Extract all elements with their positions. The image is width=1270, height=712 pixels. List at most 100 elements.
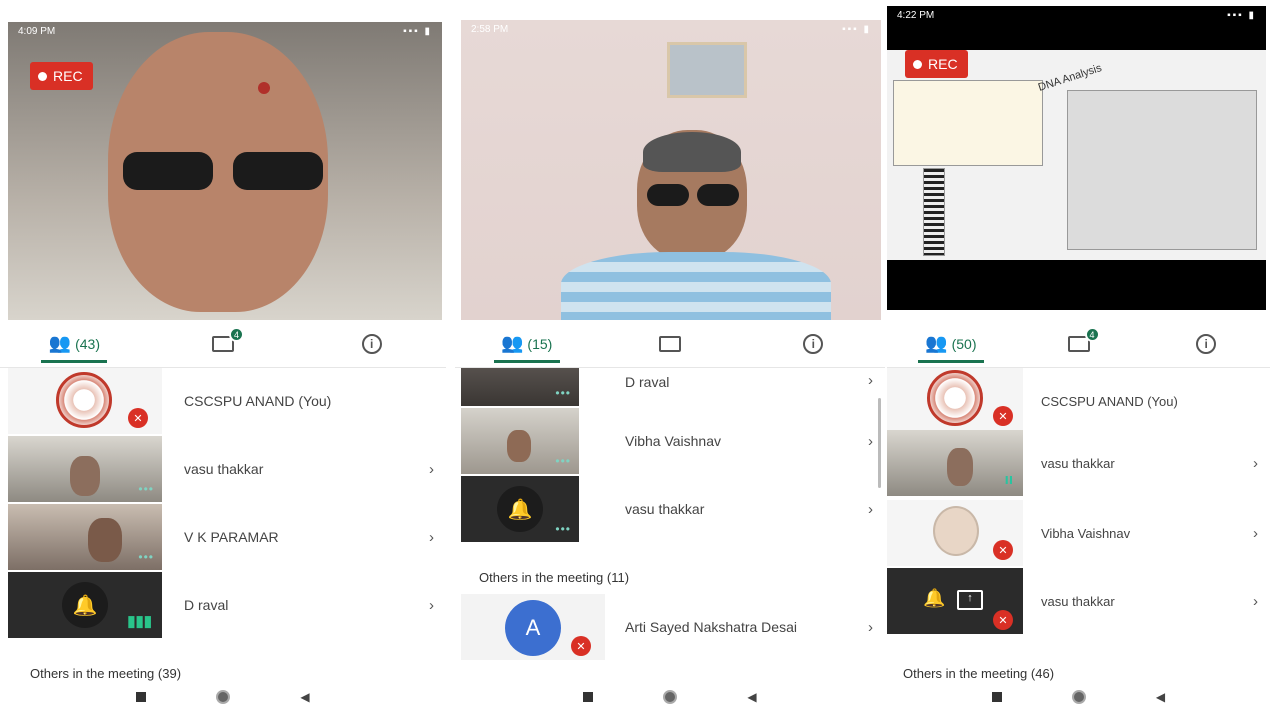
more-dots-icon: •••	[138, 550, 154, 564]
chevron-right-icon[interactable]: ›	[1253, 525, 1258, 542]
mic-off-icon: ✕	[571, 636, 591, 656]
home-icon[interactable]	[663, 690, 678, 704]
tab-info[interactable]: i	[742, 320, 885, 367]
glasses	[233, 152, 323, 190]
glasses	[123, 152, 213, 190]
participant-name: D raval	[184, 597, 229, 613]
list-item[interactable]: ••• vasu thakkar ›	[0, 436, 446, 502]
others-section-title: Others in the meeting (11)	[479, 570, 630, 585]
main-video: 2:58 PM ▪▪▪ ▮	[461, 20, 881, 320]
glasses	[697, 184, 739, 206]
more-dots-icon: •••	[555, 454, 571, 468]
tilak-mark	[258, 82, 270, 94]
people-icon: 👥	[48, 333, 72, 353]
record-dot-icon	[913, 59, 922, 69]
more-dots-icon: •••	[138, 482, 154, 496]
audio-level-icon: ▮▮▮	[127, 613, 152, 630]
participant-thumb: 🔔 ▮▮▮	[8, 572, 162, 638]
participant-thumb: ıı	[887, 430, 1023, 496]
person-thumb-face	[947, 448, 973, 486]
participant-thumb: 🔔 •••	[461, 476, 579, 542]
person-thumb-face	[507, 430, 531, 462]
participant-list: ✕ CSCSPU ANAND (You) ıı vasu thakkar › ✕…	[887, 368, 1270, 682]
list-item[interactable]: ıı vasu thakkar ›	[887, 430, 1270, 496]
home-icon[interactable]	[1071, 690, 1086, 704]
chat-icon	[658, 335, 681, 352]
tab-info[interactable]: i	[1142, 320, 1270, 367]
status-icons: ▪▪▪ ▮	[403, 26, 432, 37]
list-item[interactable]: 🔔 ▮▮▮ D raval ›	[0, 572, 446, 638]
participant-thumb: •••	[461, 408, 579, 474]
tab-chat[interactable]: 4	[149, 320, 298, 367]
home-icon[interactable]	[216, 690, 231, 704]
main-video: 4:09 PM ▪▪▪ ▮ REC	[8, 22, 442, 320]
android-nav-bar: ◀	[0, 682, 446, 712]
chevron-right-icon[interactable]: ›	[868, 372, 873, 389]
chevron-right-icon[interactable]: ›	[429, 597, 434, 614]
rec-badge: REC	[30, 62, 93, 90]
more-dots-icon: •••	[555, 386, 571, 400]
participant-thumb: •••	[8, 436, 162, 502]
chevron-right-icon[interactable]: ›	[868, 433, 873, 450]
participant-thumb: ✕	[8, 368, 162, 434]
participant-name: CSCSPU ANAND (You)	[184, 393, 332, 409]
person-thumb-face	[88, 518, 122, 562]
meet-screen-2: 2:58 PM ▪▪▪ ▮ 👥 (15) i ••• D raval › •••…	[455, 0, 885, 712]
back-icon[interactable]: ◀	[747, 690, 756, 704]
chevron-right-icon[interactable]: ›	[429, 461, 434, 478]
status-bar: 4:22 PM ▪▪▪ ▮	[887, 6, 1266, 26]
recents-icon[interactable]	[136, 692, 147, 702]
chevron-right-icon[interactable]: ›	[868, 501, 873, 518]
chevron-right-icon[interactable]: ›	[1253, 593, 1258, 610]
wall-picture	[667, 42, 747, 98]
participant-name: Vibha Vaishnav	[625, 433, 721, 449]
recents-icon[interactable]	[583, 692, 594, 702]
participant-name: Arti Sayed Nakshatra Desai	[625, 619, 797, 635]
participant-name: V K PARAMAR	[184, 529, 279, 545]
info-icon: i	[361, 333, 382, 354]
avatar	[933, 506, 979, 556]
mic-off-icon: ✕	[993, 406, 1013, 426]
list-item[interactable]: 🔔 ↑ ✕ vasu thakkar ›	[887, 568, 1270, 634]
main-video: 4:22 PM ▪▪▪ ▮ DNA Analysis REC	[887, 6, 1266, 310]
others-section-title: Others in the meeting (46)	[903, 666, 1055, 681]
list-item[interactable]: ✕ CSCSPU ANAND (You)	[887, 368, 1270, 434]
more-dots-icon: •••	[555, 522, 571, 536]
chevron-right-icon[interactable]: ›	[868, 619, 873, 636]
org-logo	[56, 372, 112, 428]
back-icon[interactable]: ◀	[300, 690, 309, 704]
list-item[interactable]: ••• D raval ›	[455, 368, 885, 406]
mic-off-icon: ✕	[128, 408, 148, 428]
tab-people[interactable]: 👥 (43)	[0, 320, 149, 367]
chevron-right-icon[interactable]: ›	[429, 529, 434, 546]
tab-chat[interactable]	[598, 320, 741, 367]
speaker-hair	[643, 132, 741, 172]
recents-icon[interactable]	[991, 692, 1002, 702]
scrollbar[interactable]	[878, 398, 881, 488]
dna-diagram	[893, 80, 1043, 166]
bell-speaker-icon: 🔔	[497, 486, 543, 532]
tab-info[interactable]: i	[297, 320, 446, 367]
list-item[interactable]: ✕ CSCSPU ANAND (You)	[0, 368, 446, 434]
status-time: 4:09 PM	[18, 26, 56, 37]
list-item[interactable]: ••• V K PARAMAR ›	[0, 504, 446, 570]
list-item[interactable]: A ✕ Arti Sayed Nakshatra Desai ›	[455, 594, 885, 660]
chevron-right-icon[interactable]: ›	[1253, 455, 1258, 472]
striped-shirt	[561, 252, 831, 320]
mic-off-icon: ✕	[993, 540, 1013, 560]
tab-people[interactable]: 👥 (50)	[887, 320, 1015, 367]
participant-thumb: •••	[461, 368, 579, 406]
participant-name: vasu thakkar	[1041, 455, 1115, 471]
participant-thumb: ✕	[887, 368, 1023, 434]
participant-list: ••• D raval › ••• Vibha Vaishnav › 🔔 •••…	[455, 368, 885, 682]
participant-name: D raval	[625, 374, 670, 390]
tab-people[interactable]: 👥 (15)	[455, 320, 598, 367]
meet-screen-1: 4:09 PM ▪▪▪ ▮ REC 👥 (43) 4 i ✕ CSCSPU AN…	[0, 0, 446, 712]
list-item[interactable]: 🔔 ••• vasu thakkar ›	[455, 476, 885, 542]
list-item[interactable]: ✕ Vibha Vaishnav ›	[887, 500, 1270, 566]
tab-chat[interactable]: 4	[1015, 320, 1143, 367]
participant-thumb: A ✕	[461, 594, 605, 660]
list-item[interactable]: ••• Vibha Vaishnav ›	[455, 408, 885, 474]
back-icon[interactable]: ◀	[1156, 690, 1165, 704]
chat-badge: 4	[229, 327, 244, 342]
